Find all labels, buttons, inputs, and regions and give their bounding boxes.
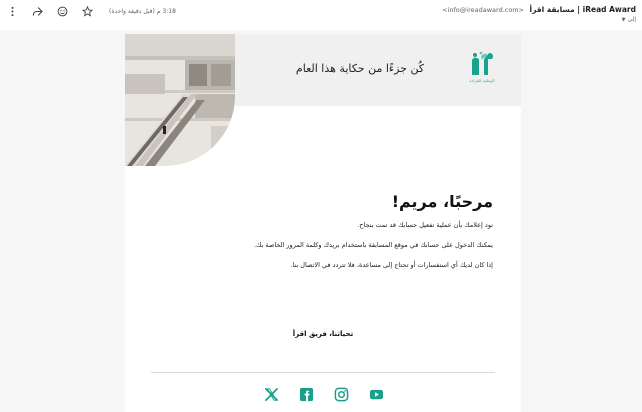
message-toolbar: 3:18 م (قبل دقيقة واحدة) bbox=[6, 4, 176, 18]
email-header: 3:18 م (قبل دقيقة واحدة) iRead Award | م… bbox=[0, 0, 642, 30]
paragraph-2: يمكنك الدخول على حسابك في موقع المسابقة … bbox=[253, 241, 493, 249]
sender-line: iRead Award | مسابقة اقرأ <info@ireadawa… bbox=[442, 5, 636, 14]
email-card: كُن جزءًا من حكاية هذا العام الوطنية للق… bbox=[125, 34, 521, 412]
instagram-icon[interactable] bbox=[334, 386, 350, 402]
iread-logo: الوطنية للقراءة bbox=[467, 50, 497, 94]
facebook-icon[interactable] bbox=[298, 386, 314, 402]
social-links bbox=[263, 386, 385, 402]
tagline: كُن جزءًا من حكاية هذا العام bbox=[295, 62, 425, 75]
signoff: تحياتنا، فريق اقرأ bbox=[292, 330, 354, 338]
mall-escalator-photo bbox=[125, 34, 235, 166]
paragraph-3: إذا كان لديك أي استفسارات أو تحتاج إلى م… bbox=[290, 261, 493, 269]
more-vert-icon[interactable] bbox=[6, 5, 18, 17]
timestamp: 3:18 م (قبل دقيقة واحدة) bbox=[109, 7, 176, 15]
message-content: مرحبًا، مريم! نود إعلامك بأن عملية تفعيل… bbox=[163, 192, 493, 281]
divider bbox=[151, 372, 495, 373]
sender-name[interactable]: iRead Award | مسابقة اقرأ bbox=[530, 5, 637, 14]
youtube-icon[interactable] bbox=[369, 386, 385, 402]
recipient-line[interactable]: إلى▼ bbox=[622, 16, 636, 23]
forward-icon[interactable] bbox=[31, 5, 43, 17]
paragraph-1: نود إعلامك بأن عملية تفعيل حسابك قد تمت … bbox=[357, 221, 493, 229]
email-body: كُن جزءًا من حكاية هذا العام الوطنية للق… bbox=[0, 30, 642, 412]
recipient-label: إلى bbox=[627, 16, 637, 23]
chevron-down-icon[interactable]: ▼ bbox=[622, 17, 626, 23]
greeting: مرحبًا، مريم! bbox=[391, 192, 493, 211]
x-icon[interactable] bbox=[263, 386, 279, 402]
star-icon[interactable] bbox=[81, 5, 93, 17]
sender-email: <info@ireadaward.com> bbox=[442, 6, 525, 14]
emoji-icon[interactable] bbox=[56, 5, 68, 17]
logo-subtitle: الوطنية للقراءة bbox=[469, 78, 495, 83]
